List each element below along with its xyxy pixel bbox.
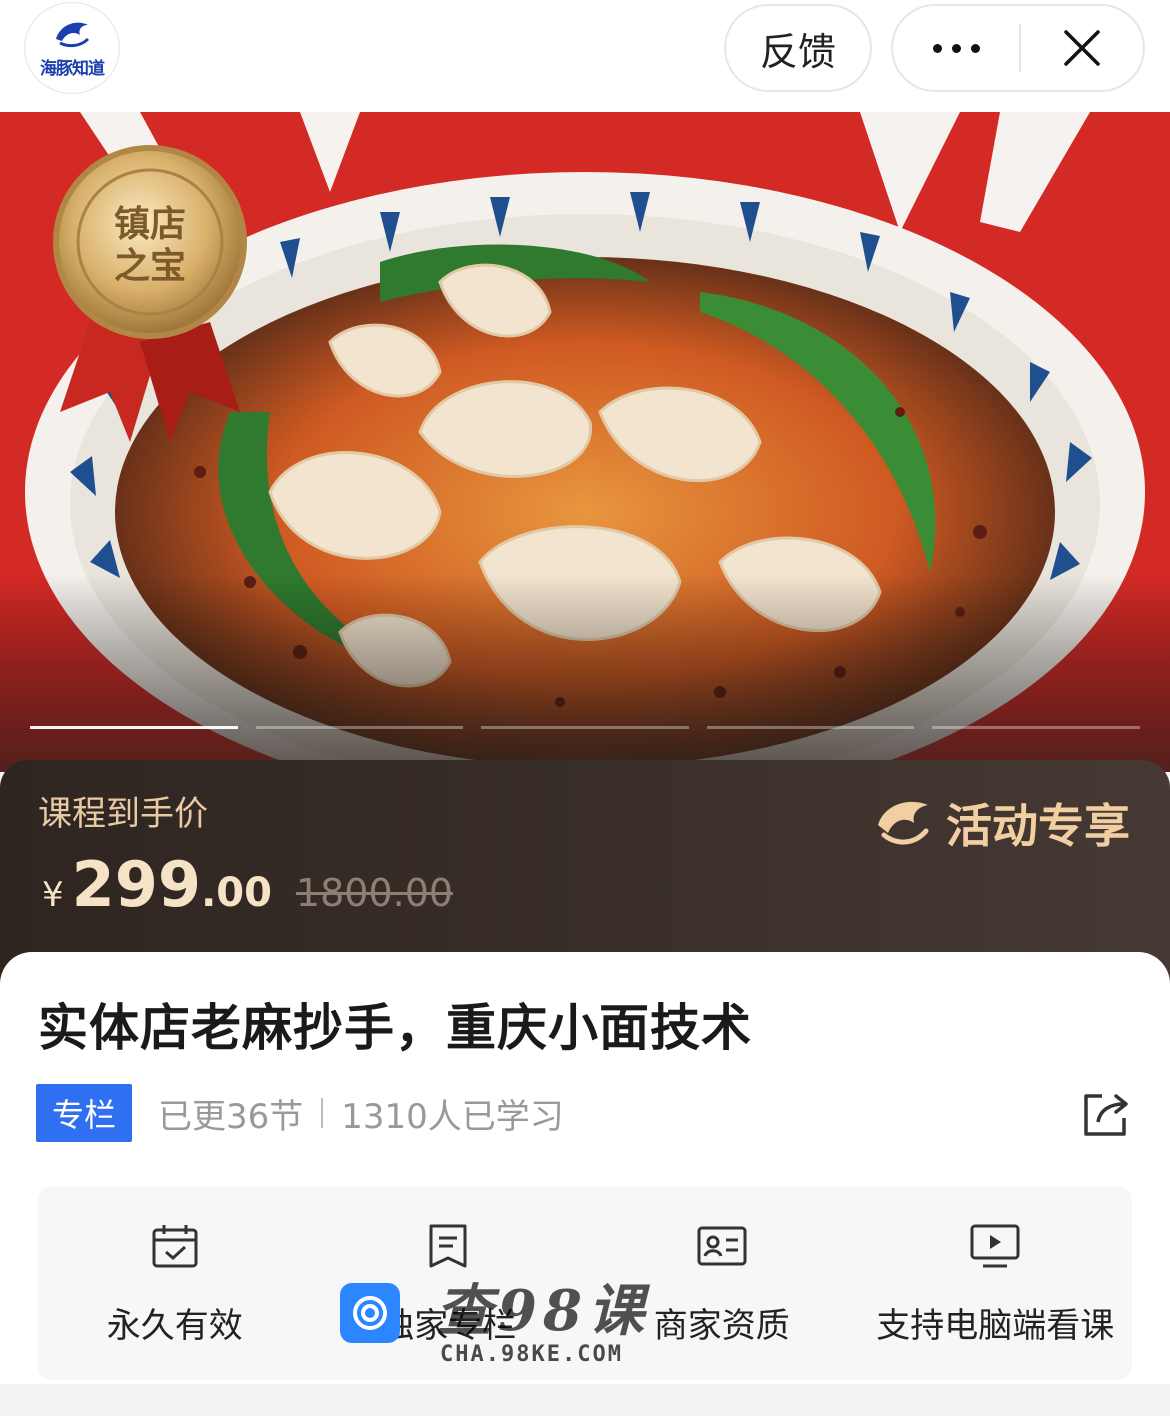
course-meta: 专栏 已更36节 1310人已学习 <box>36 1084 564 1142</box>
watermark-url: CHA.98KE.COM <box>440 1342 623 1367</box>
dolphin-icon <box>56 22 90 48</box>
dolphin-icon <box>878 801 929 845</box>
more-dot-icon <box>951 43 961 53</box>
carousel-indicator[interactable] <box>30 726 238 729</box>
course-cover-carousel[interactable]: 镇店 之宝 <box>0 112 1170 772</box>
column-tag: 专栏 <box>36 1084 133 1142</box>
watermark-badge <box>340 1283 400 1343</box>
price-decimal: .00 <box>201 870 272 916</box>
feature-label: 商家资质 <box>653 1306 790 1346</box>
update-count: 已更36节 <box>158 1096 304 1137</box>
watermark-text: 查98课 <box>436 1278 650 1344</box>
close-icon <box>1064 30 1100 66</box>
more-dot-icon <box>932 43 942 53</box>
meta-divider <box>321 1098 324 1128</box>
course-title: 实体店老麻抄手，重庆小面技术 <box>38 999 752 1057</box>
id-card-icon <box>697 1226 747 1266</box>
carousel-indicator[interactable] <box>706 726 915 729</box>
share-button[interactable] <box>1080 1090 1132 1142</box>
watermark-logo-icon <box>353 1296 387 1330</box>
price-row: ¥ 299 .00 1800.00 <box>42 848 453 921</box>
feature-label: 永久有效 <box>106 1306 243 1346</box>
capsule-menu <box>891 4 1145 92</box>
original-price: 1800.00 <box>295 871 454 915</box>
logo-text: 海豚知道 <box>40 59 105 79</box>
bottom-divider <box>0 1384 1170 1416</box>
carousel-indicator[interactable] <box>932 726 1140 729</box>
document-icon <box>429 1224 467 1268</box>
carousel-indicator[interactable] <box>481 726 689 729</box>
price-label: 课程到手价 <box>38 794 208 834</box>
calendar-check-icon <box>152 1225 198 1268</box>
dumpling-bowl-image: 镇店 之宝 <box>0 112 1170 772</box>
price-integer: 299 <box>71 848 202 921</box>
carousel-indicators <box>30 726 1140 730</box>
top-nav-bar: 海豚知道 反馈 <box>0 0 1170 112</box>
learner-count: 1310人已学习 <box>341 1096 564 1137</box>
feature-item-permanent: 永久有效 <box>38 1186 312 1380</box>
monitor-play-icon <box>970 1224 1020 1268</box>
promo-tag: 活动专享 <box>872 790 1130 856</box>
promo-label: 活动专享 <box>946 799 1130 853</box>
feature-label: 支持电脑端看课 <box>876 1306 1115 1346</box>
close-button[interactable] <box>1021 6 1143 90</box>
feature-item-desktop: 支持电脑端看课 <box>859 1186 1133 1380</box>
more-button[interactable] <box>893 6 1019 90</box>
more-dot-icon <box>970 43 980 53</box>
app-logo[interactable]: 海豚知道 <box>24 2 120 94</box>
share-icon <box>1084 1094 1128 1136</box>
course-detail-page: 海豚知道 反馈 课程到手价 ¥ 299 .00 1800.00 活动专享 实体店… <box>0 0 1170 1416</box>
currency-symbol: ¥ <box>42 875 64 915</box>
feedback-button[interactable]: 反馈 <box>724 4 872 92</box>
carousel-indicator[interactable] <box>255 726 464 729</box>
